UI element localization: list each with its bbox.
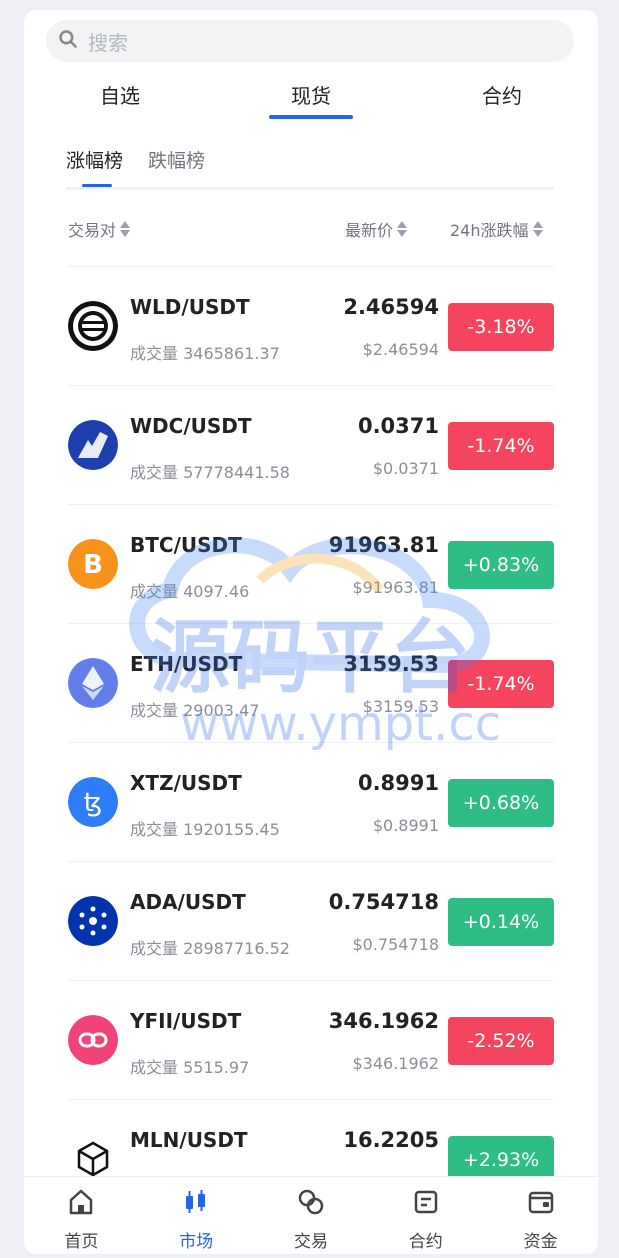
volume-text: 成交量 1920155.45 [130,820,280,839]
usd-price: $0.8991 [372,816,439,835]
pair-name: XTZ/USDT [130,771,242,795]
nav-item-home[interactable]: 首页 [24,1177,139,1254]
sort-icon [120,221,131,237]
sort-change-header[interactable]: 24h涨跌幅 [450,217,543,241]
list-item[interactable]: B BTC/USDT 成交量 4097.46 91963.81 $91963.81 +0.… [68,504,554,623]
change-column-label: 24h涨跌幅 [450,221,529,240]
nav-label: 资金 [523,1232,558,1252]
tab-active-indicator [269,115,353,119]
nav-label: 合约 [408,1232,443,1252]
change-badge: +0.68% [448,779,554,827]
market-icon [181,1187,211,1221]
yfii-coin-icon [68,1015,118,1065]
subtab-active-indicator [82,184,112,187]
nav-label: 交易 [293,1232,328,1252]
price-column-label: 最新价 [345,221,394,240]
ada-coin-icon [68,896,118,946]
volume-text: 成交量 57778441.58 [130,463,290,482]
bottom-nav: 首页 市场 交易 合约 资金 [24,1176,598,1254]
nav-label: 市场 [179,1232,214,1252]
list-item[interactable]: YFII/USDT 成交量 5515.97 346.1962 $346.1962 -2.… [68,980,554,1099]
nav-item-market[interactable]: 市场 [139,1177,254,1254]
sort-price-header[interactable]: 最新价 [345,217,408,241]
last-price: 2.46594 [343,295,439,319]
market-page: 搜索 自选 现货 合约 涨幅榜 跌幅榜 交易对 最新价 24h涨跌幅 WLD/U… [24,10,598,1254]
volume-text: 成交量 3465861.37 [130,344,280,363]
list-header: 交易对 最新价 24h涨跌幅 [68,217,554,247]
nav-item-trade[interactable]: 交易 [254,1177,369,1254]
last-price: 0.8991 [357,771,439,795]
usd-price: $0.0371 [372,459,439,478]
nav-item-wallet[interactable]: 资金 [483,1177,598,1254]
xtz-coin-icon: ꜩ [68,777,118,827]
volume-text: 成交量 4097.46 [130,582,250,601]
sort-icon [397,221,408,237]
nav-item-contract[interactable]: 合约 [368,1177,483,1254]
last-price: 0.0371 [357,414,439,438]
volume-text: 成交量 5515.97 [130,1058,250,1077]
contract-icon [411,1187,441,1221]
search-bar[interactable]: 搜索 [46,20,574,62]
list-item[interactable]: ADA/USDT 成交量 28987716.52 0.754718 $0.754718… [68,861,554,980]
list-item[interactable]: WLD/USDT 成交量 3465861.37 2.46594 $2.46594 -3.… [68,266,554,385]
pair-name: ETH/USDT [130,652,243,676]
pair-name: WLD/USDT [130,295,250,319]
tab-contract[interactable]: 合约 [452,80,552,109]
eth-coin-icon [68,658,118,708]
list-item[interactable]: WDC/USDT 成交量 57778441.58 0.0371 $0.0371 -1.7… [68,385,554,504]
tab-gainers[interactable]: 涨幅榜 [66,146,123,173]
volume-text: 成交量 28987716.52 [130,939,290,958]
wallet-icon [526,1187,556,1221]
usd-price: $3159.53 [362,697,439,716]
ticker-list: WLD/USDT 成交量 3465861.37 2.46594 $2.46594 -3.… [68,266,554,1218]
market-tabs: 自选 现货 合约 [24,80,598,130]
pair-column-label: 交易对 [68,221,117,240]
last-price: 3159.53 [343,652,439,676]
last-price: 0.754718 [328,890,439,914]
pair-name: WDC/USDT [130,414,252,438]
nav-label: 首页 [64,1232,99,1252]
pair-name: MLN/USDT [130,1128,248,1152]
wld-coin-icon [68,301,118,351]
list-item[interactable]: ETH/USDT 成交量 29003.47 3159.53 $3159.53 -1.74… [68,623,554,742]
sort-pair-header[interactable]: 交易对 [68,217,131,241]
home-icon [66,1187,96,1221]
search-placeholder: 搜索 [88,30,128,55]
tab-spot[interactable]: 现货 [261,80,361,109]
pair-name: YFII/USDT [130,1009,242,1033]
change-badge: -1.74% [448,660,554,708]
ranking-tabs: 涨幅榜 跌幅榜 [66,146,554,190]
sort-icon [532,221,543,237]
change-badge: +0.14% [448,898,554,946]
svg-text:B: B [83,550,103,580]
last-price: 346.1962 [328,1009,439,1033]
svg-text:ꜩ: ꜩ [84,788,102,818]
usd-price: $346.1962 [352,1054,439,1073]
usd-price: $0.754718 [352,935,439,954]
list-item[interactable]: ꜩ XTZ/USDT 成交量 1920155.45 0.8991 $0.8991 +0.6… [68,742,554,861]
change-badge: -3.18% [448,303,554,351]
btc-coin-icon: B [68,539,118,589]
search-icon [58,29,78,53]
last-price: 91963.81 [328,533,439,557]
tab-favorites[interactable]: 自选 [70,80,170,109]
volume-text: 成交量 29003.47 [130,701,260,720]
change-badge: -2.52% [448,1017,554,1065]
tab-losers[interactable]: 跌幅榜 [148,146,205,173]
change-badge: -1.74% [448,422,554,470]
change-badge: +0.83% [448,541,554,589]
wdc-coin-icon [68,420,118,470]
pair-name: ADA/USDT [130,890,246,914]
trade-icon [296,1187,326,1221]
last-price: 16.2205 [343,1128,439,1152]
usd-price: $2.46594 [362,340,439,359]
pair-name: BTC/USDT [130,533,242,557]
usd-price: $91963.81 [352,578,439,597]
